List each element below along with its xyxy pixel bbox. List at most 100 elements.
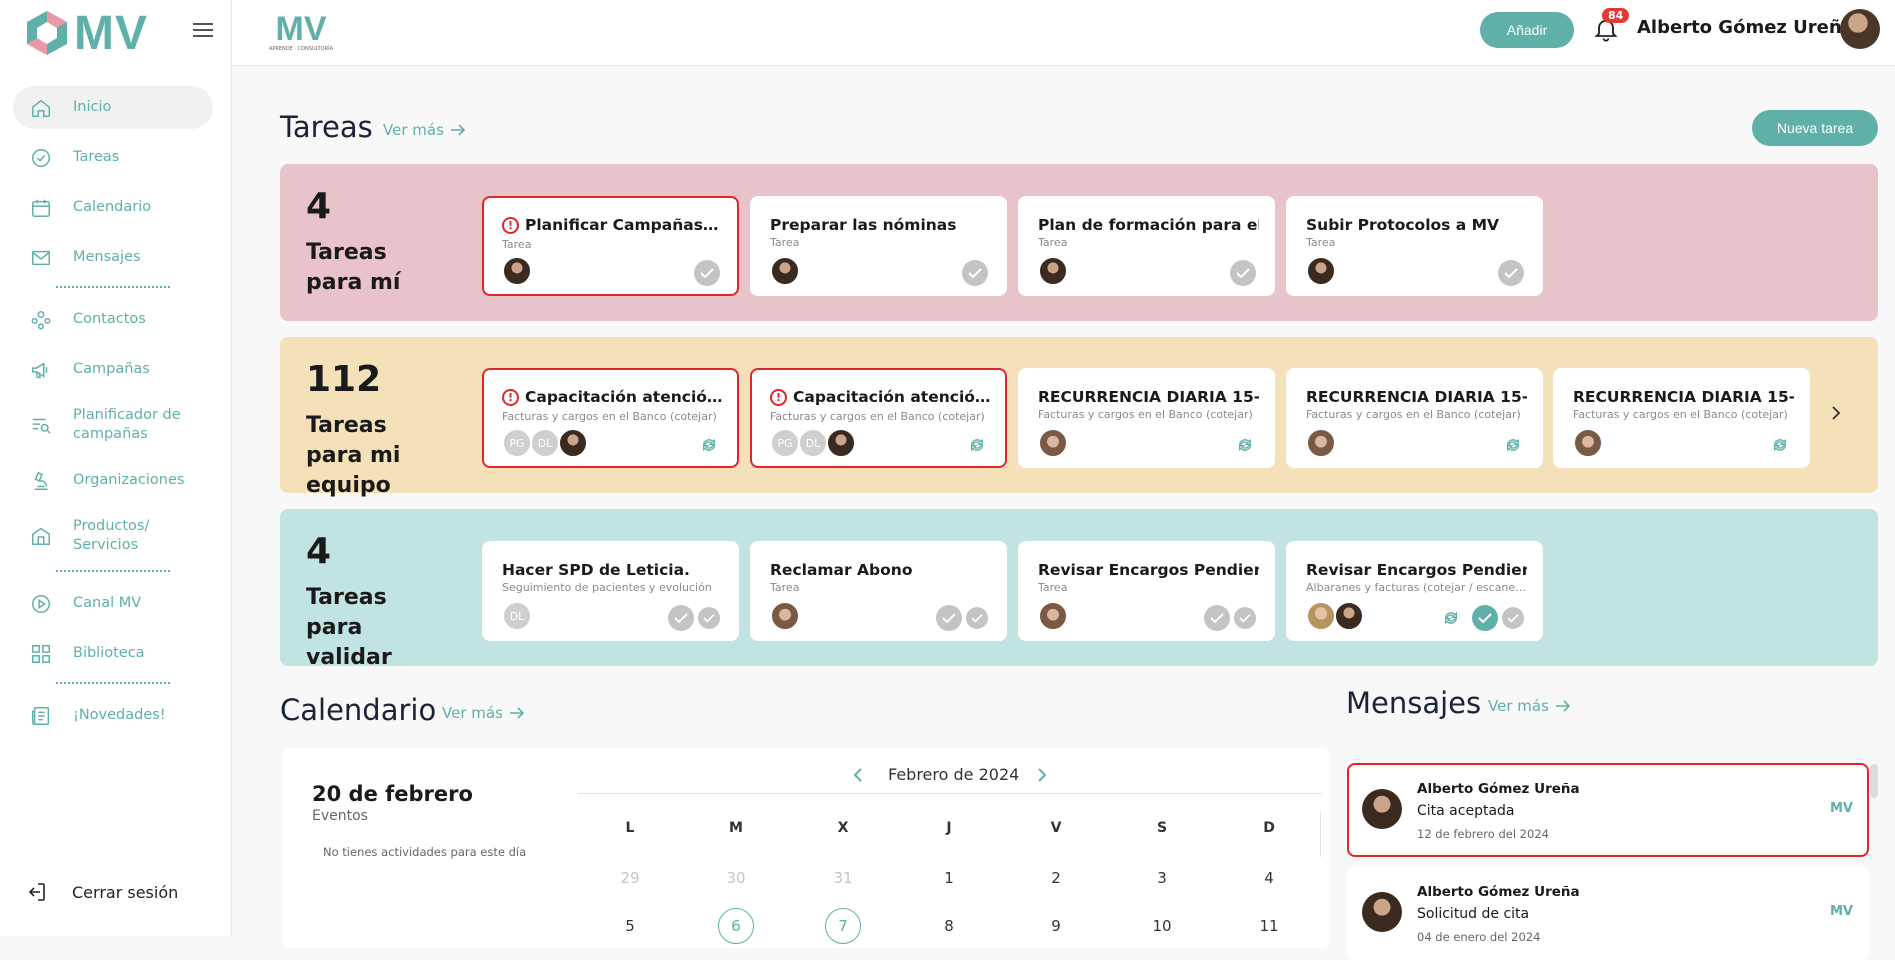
calendar-day[interactable]: 31 xyxy=(825,860,861,896)
sidebar-item-planificador[interactable]: Planificador de campañas xyxy=(13,398,213,452)
topbar: MV APRENDE · CONSULTORÍA Añadir 84 Alber… xyxy=(232,0,1895,66)
store-icon xyxy=(29,524,53,548)
sidebar-item-novedades[interactable]: ¡Novedades! xyxy=(13,694,213,737)
avatar-initials: DL xyxy=(502,601,532,631)
calendar-day[interactable]: 10 xyxy=(1144,908,1180,944)
tasks-for-me-panel: 4 Tareas para mí ! Planificar Campañas de… xyxy=(280,164,1878,321)
message-item[interactable]: Alberto Gómez Ureña Solicitud de cita 04… xyxy=(1347,866,1869,960)
task-card[interactable]: Preparar las nóminas Tarea xyxy=(750,196,1007,296)
check-icon[interactable] xyxy=(1230,260,1256,286)
home-icon xyxy=(29,96,53,120)
task-title: Plan de formación para el equipo xyxy=(1038,216,1259,234)
calendar-day[interactable]: 30 xyxy=(718,860,754,896)
user-name[interactable]: Alberto Gómez Ureña xyxy=(1637,17,1854,38)
calendar-day[interactable]: 8 xyxy=(931,908,967,944)
task-title: Hacer SPD de Leticia. xyxy=(502,561,690,579)
calendar-day[interactable]: 5 xyxy=(612,908,648,944)
task-count: 4 xyxy=(306,186,332,227)
chevron-right-icon[interactable] xyxy=(1826,403,1846,423)
task-subtitle: Facturas y cargos en el Banco (cotejar) xyxy=(502,410,717,423)
calendar-day[interactable]: 4 xyxy=(1251,860,1287,896)
calendar-day[interactable]: 29 xyxy=(612,860,648,896)
new-task-button[interactable]: Nueva tarea xyxy=(1752,110,1878,146)
task-card[interactable]: Subir Protocolos a MV Tarea xyxy=(1286,196,1543,296)
check-icon[interactable] xyxy=(962,260,988,286)
calendar-day[interactable]: 11 xyxy=(1251,908,1287,944)
brand-logo[interactable]: MV xyxy=(24,4,164,62)
logout-button[interactable]: Cerrar sesión xyxy=(24,880,178,904)
task-group-label: Tareas para mí xyxy=(306,240,401,295)
validate-check-icon[interactable] xyxy=(966,607,988,629)
sidebar-item-calendario[interactable]: Calendario xyxy=(13,186,213,229)
validate-check-icon[interactable] xyxy=(1502,607,1524,629)
task-card[interactable]: ! Capacitación atención al cliente Factur… xyxy=(750,368,1007,468)
sidebar-item-tareas[interactable]: Tareas xyxy=(13,136,213,179)
chevron-right-icon[interactable] xyxy=(1036,767,1048,783)
tasks-title: Tareas xyxy=(280,110,373,144)
task-card[interactable]: Hacer SPD de Leticia. Seguimiento de pac… xyxy=(482,541,739,641)
sidebar-item-canal-mv[interactable]: Canal MV xyxy=(13,582,213,625)
calendar-day[interactable]: 1 xyxy=(931,860,967,896)
alert-icon: ! xyxy=(502,216,519,234)
check-icon[interactable] xyxy=(1498,260,1524,286)
message-date: 04 de enero del 2024 xyxy=(1417,930,1541,944)
message-text: Cita aceptada xyxy=(1417,803,1515,819)
validate-check-icon[interactable] xyxy=(698,607,720,629)
menu-toggle-icon[interactable] xyxy=(193,20,213,40)
check-icon[interactable] xyxy=(694,260,720,286)
message-item[interactable]: Alberto Gómez Ureña Cita aceptada 12 de … xyxy=(1347,763,1869,857)
calendar-day[interactable]: 9 xyxy=(1038,908,1074,944)
add-button[interactable]: Añadir xyxy=(1480,12,1574,48)
task-card[interactable]: ! Planificar Campañas de Salud Tarea xyxy=(482,196,739,296)
task-card[interactable]: RECURRENCIA DIARIA 15-3-2024 Facturas y … xyxy=(1286,368,1543,468)
task-subtitle: Albaranes y facturas (cotejar / escanear… xyxy=(1306,581,1527,594)
sidebar-item-inicio[interactable]: Inicio xyxy=(13,86,213,129)
messages-scrollbar[interactable] xyxy=(1870,764,1878,798)
logout-icon xyxy=(28,883,45,901)
tasks-to-validate-panel: 4 Tareas para validar Hacer SPD de Letic… xyxy=(280,509,1878,670)
sidebar-item-label: Campañas xyxy=(73,361,150,377)
arrow-right-icon xyxy=(509,707,525,719)
task-card[interactable]: Revisar Encargos Pendientes Albaranes y … xyxy=(1286,541,1543,641)
validate-check-icon[interactable] xyxy=(1234,607,1256,629)
sidebar-item-biblioteca[interactable]: Biblioteca xyxy=(13,632,213,675)
sidebar-item-campanas[interactable]: Campañas xyxy=(13,348,213,391)
sidebar-item-label: ¡Novedades! xyxy=(73,707,166,723)
see-more-label: Ver más xyxy=(383,121,444,139)
check-icon[interactable] xyxy=(668,605,694,631)
mv-logo-icon: MV xyxy=(1830,904,1853,919)
task-card[interactable]: RECURRENCIA DIARIA 15-3-2024 Facturas y … xyxy=(1018,368,1275,468)
sidebar-item-contactos[interactable]: Contactos xyxy=(13,298,213,341)
task-card[interactable]: ! Capacitación atención al cliente Factur… xyxy=(482,368,739,468)
avatar xyxy=(558,428,588,458)
tasks-see-more-link[interactable]: Ver más xyxy=(383,121,466,139)
task-card[interactable]: Reclamar Abono Tarea xyxy=(750,541,1007,641)
messages-see-more-link[interactable]: Ver más xyxy=(1488,697,1571,715)
weekday-label: V xyxy=(1050,820,1062,836)
check-icon[interactable] xyxy=(1472,605,1498,631)
task-card[interactable]: Plan de formación para el equipo Tarea xyxy=(1018,196,1275,296)
task-card[interactable]: RECURRENCIA DIARIA 15-3-2024 Facturas y … xyxy=(1553,368,1810,468)
task-subtitle: Facturas y cargos en el Banco (cotejar) xyxy=(1573,408,1788,421)
grid-icon xyxy=(29,642,53,666)
check-icon[interactable] xyxy=(1204,605,1230,631)
calendar-day[interactable]: 6 xyxy=(718,908,754,944)
avatar xyxy=(1362,789,1402,829)
sidebar-item-mensajes[interactable]: Mensajes xyxy=(13,236,213,279)
sidebar-item-label: Calendario xyxy=(73,199,152,215)
calendar-day[interactable]: 3 xyxy=(1144,860,1180,896)
brand-text: MV xyxy=(74,6,148,60)
weekday-label: S xyxy=(1156,820,1168,836)
calendar-day[interactable]: 2 xyxy=(1038,860,1074,896)
recurring-icon xyxy=(1769,434,1791,456)
task-card[interactable]: Revisar Encargos Pendientes Tarea xyxy=(1018,541,1275,641)
sidebar-item-organizaciones[interactable]: Organizaciones xyxy=(13,459,213,502)
task-title: Revisar Encargos Pendientes xyxy=(1306,561,1527,579)
calendar-day[interactable]: 7 xyxy=(825,908,861,944)
user-avatar[interactable] xyxy=(1840,9,1880,49)
chevron-left-icon[interactable] xyxy=(852,767,864,783)
calendar-month: Febrero de 2024 xyxy=(888,765,1020,784)
calendar-see-more-link[interactable]: Ver más xyxy=(442,704,525,722)
sidebar-item-productos[interactable]: Productos/ Servicios xyxy=(13,509,213,563)
check-icon[interactable] xyxy=(936,605,962,631)
